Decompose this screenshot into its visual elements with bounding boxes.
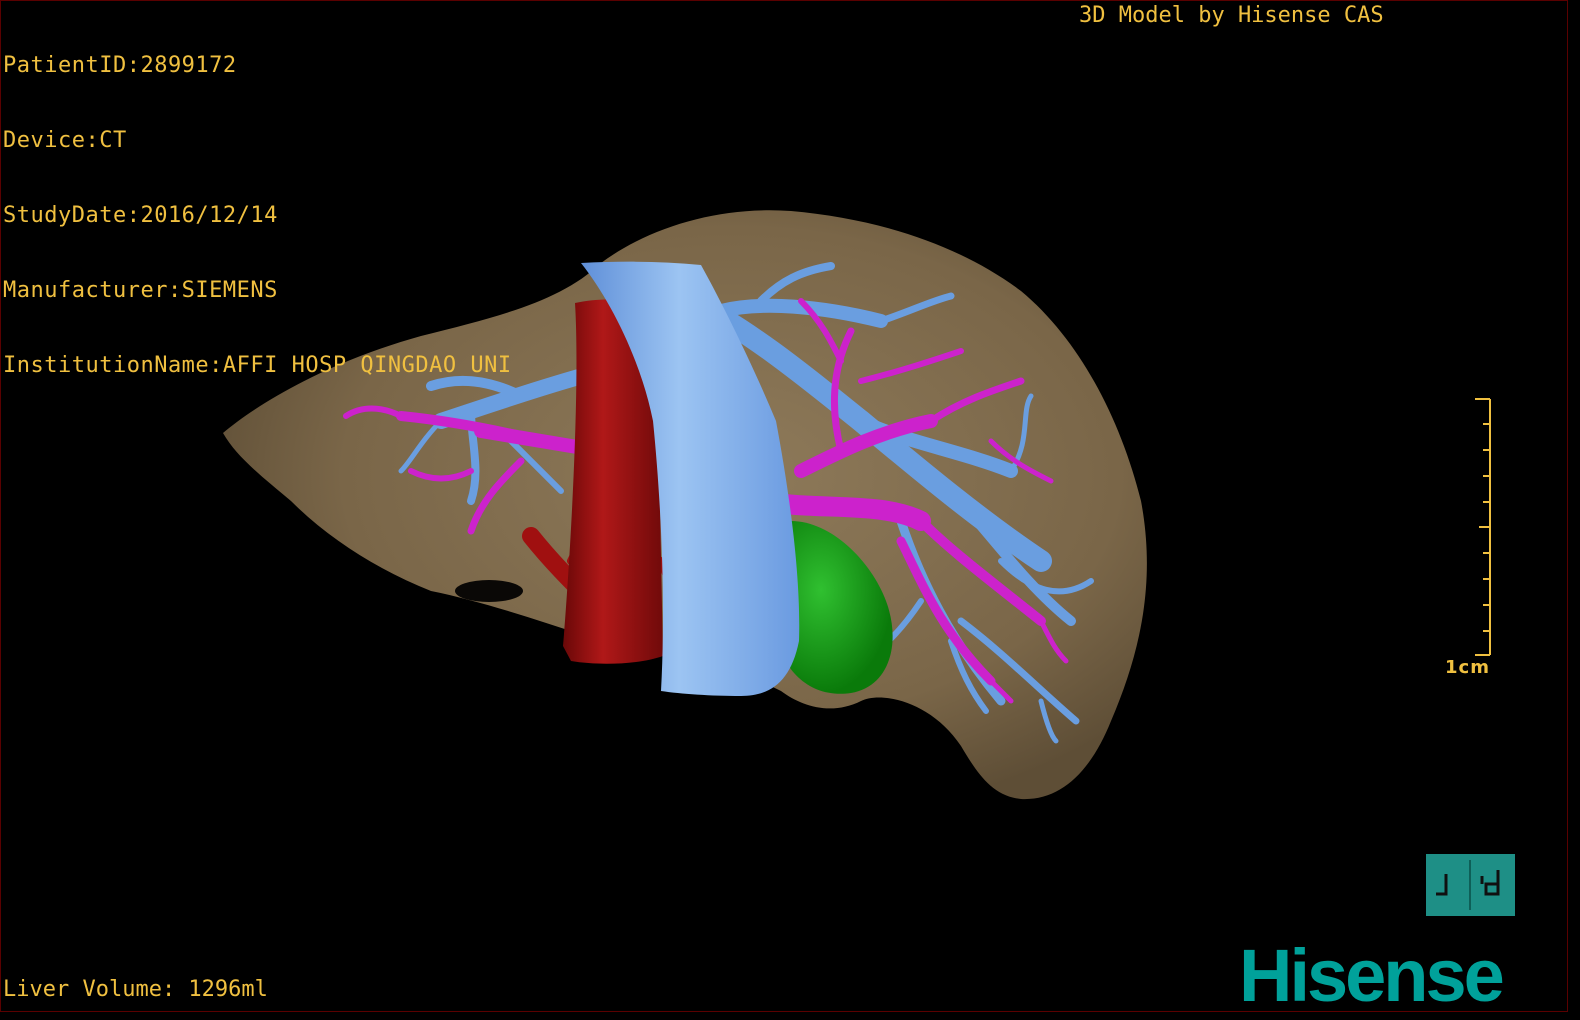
device-text: Device:CT — [3, 128, 127, 153]
scale-label: 1cm — [1445, 657, 1490, 678]
institution-text: InstitutionName:AFFI HOSP QINGDAO UNI — [3, 353, 512, 378]
study-date-text: StudyDate:2016/12/14 — [3, 203, 278, 228]
patient-info-overlay: PatientID:2899172 Device:CT StudyDate:20… — [3, 3, 512, 428]
3d-viewport[interactable]: PatientID:2899172 Device:CT StudyDate:20… — [0, 0, 1568, 1012]
orientation-cube[interactable] — [1426, 854, 1515, 916]
liver-volume-text: Liver Volume: 1296ml — [3, 977, 268, 1002]
liver-notch — [455, 580, 523, 602]
orientation-glyph-icon — [1436, 860, 1500, 910]
manufacturer-text: Manufacturer:SIEMENS — [3, 278, 278, 303]
patient-id-text: PatientID:2899172 — [3, 53, 237, 78]
scale-ruler — [1475, 398, 1491, 656]
hisense-logo: Hisense — [1239, 934, 1505, 1012]
model-credit-text: 3D Model by Hisense CAS — [1079, 3, 1384, 28]
